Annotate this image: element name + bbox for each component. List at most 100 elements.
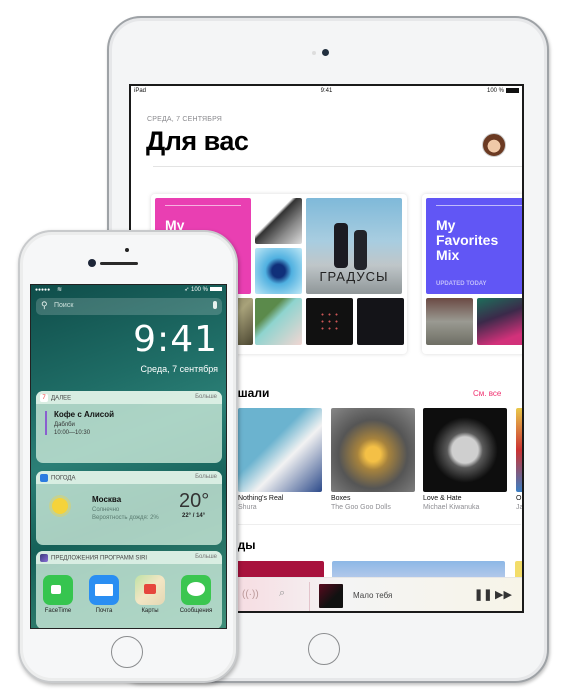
app-label: Сообщения [179, 608, 213, 614]
search-field[interactable]: ⚲ Поиск [36, 298, 222, 315]
album-art-boxes[interactable] [331, 408, 415, 492]
album-art[interactable] [255, 198, 302, 244]
camera-glyph [51, 585, 61, 594]
widget-title: ПРЕДЛОЖЕНИЯ ПРОГРАММ SIRI [51, 555, 148, 562]
album-art[interactable] [306, 298, 353, 345]
divider [436, 205, 522, 206]
weather-range: 22° / 14° [182, 513, 206, 519]
app-label: Карты [141, 608, 159, 614]
rain-chance: Вероятность дождя: 2% [92, 515, 159, 521]
envelope-glyph [95, 584, 113, 596]
album-art[interactable] [426, 298, 473, 345]
facetime-app-icon[interactable] [43, 575, 73, 605]
album-title[interactable]: Love & Hate [423, 495, 462, 502]
event-location: Даблби [54, 422, 75, 428]
event-title[interactable]: Кофе с Алисой [54, 410, 114, 419]
bubble-glyph [187, 582, 205, 596]
messages-app-icon[interactable] [181, 575, 211, 605]
lock-date: Среда, 7 сентября [140, 364, 218, 374]
album-art[interactable] [255, 298, 302, 345]
track-title[interactable]: Мало тебя [353, 591, 392, 600]
widget-title: ДАЛЕЕ [51, 395, 72, 402]
figure [334, 223, 348, 268]
maps-app-icon[interactable] [135, 575, 165, 605]
more-button[interactable]: Больше [195, 394, 217, 400]
album-artist[interactable]: The Goo Goo Dolls [331, 504, 391, 511]
weather-city: Москва [92, 495, 122, 504]
search-placeholder: Поиск [54, 302, 74, 309]
iphone-camera [88, 259, 96, 267]
album-art-partial[interactable] [516, 408, 522, 492]
route-glyph [144, 584, 156, 594]
widget-header: ПОГОДА Больше [36, 471, 222, 484]
search-icon[interactable]: ⌕ [279, 587, 285, 600]
avatar[interactable] [482, 133, 506, 157]
status-time: 9:41 [320, 88, 333, 94]
signal-icon: ●●●●● [35, 287, 51, 293]
sun-icon [52, 498, 68, 514]
page-title: Для вас [146, 126, 249, 156]
see-all-link[interactable]: См. все [473, 389, 501, 398]
weather-temperature: 20° [179, 490, 210, 512]
mail-app-icon[interactable] [89, 575, 119, 605]
battery-indicator: ➶ 100 % [184, 286, 222, 293]
figure [354, 230, 367, 270]
my-favorites-mix-card[interactable]: My Favorites Mix UPDATED TODAY [422, 194, 522, 354]
widget-header: ПРЕДЛОЖЕНИЯ ПРОГРАММ SIRI Больше [36, 551, 222, 564]
album-title[interactable]: O [516, 495, 521, 502]
widget-header: 7 ДАЛЕЕ Больше [36, 391, 222, 404]
widget-title: ПОГОДА [51, 475, 76, 482]
album-art[interactable] [255, 248, 302, 294]
calendar-icon: 7 [40, 394, 48, 402]
up-next-widget[interactable]: 7 ДАЛЕЕ Больше Кофе с Алисой Даблби 10:00—… [36, 391, 222, 463]
radio-icon[interactable]: ((·)) [242, 589, 259, 600]
album-artist[interactable]: Michael Kiwanuka [423, 504, 479, 511]
microphone-icon[interactable] [213, 301, 217, 309]
album-artist[interactable]: Ja [516, 504, 522, 511]
weather-widget[interactable]: ПОГОДА Больше Москва Солнечно Вероятность… [36, 471, 222, 545]
next-button[interactable]: ▶▶ [495, 588, 512, 601]
divider [153, 166, 522, 167]
weather-app-icon [40, 474, 48, 482]
battery-icon [506, 88, 519, 93]
wifi-icon: ≋ [57, 287, 63, 293]
ipad-home-button[interactable] [308, 633, 340, 665]
event-time: 10:00—10:30 [54, 430, 91, 436]
more-button[interactable]: Больше [195, 474, 217, 480]
battery-indicator: 100 % [487, 88, 519, 94]
iphone-speaker [100, 262, 138, 265]
app-label: Почта [95, 608, 113, 614]
album-title[interactable]: Boxes [331, 495, 350, 502]
app-label: FaceTime [44, 608, 72, 614]
featured-album-title: ГРАДУСЫ [319, 269, 389, 284]
divider [231, 524, 521, 525]
iphone-sensor [125, 248, 129, 252]
mix-subtitle: UPDATED TODAY [436, 281, 487, 287]
lock-time: 9:41 [133, 319, 218, 360]
dot-pattern [319, 311, 340, 332]
now-playing-art[interactable] [319, 584, 343, 608]
pause-button[interactable]: ❚❚ [474, 588, 492, 601]
divider [165, 205, 241, 206]
featured-album-art[interactable]: ГРАДУСЫ [306, 198, 402, 294]
battery-icon [210, 287, 222, 292]
divider [309, 582, 310, 611]
album-title[interactable]: Nothing's Real [238, 495, 283, 502]
date-label: СРЕДА, 7 СЕНТЯБРЯ [147, 116, 223, 123]
ipad-camera [322, 49, 329, 56]
mix-title: My Favorites Mix [436, 217, 499, 263]
mix-cover: My Favorites Mix UPDATED TODAY [426, 198, 522, 294]
album-art-nothings-real[interactable] [238, 408, 322, 492]
album-art-love-and-hate[interactable] [423, 408, 507, 492]
more-button[interactable]: Больше [195, 554, 217, 560]
album-art[interactable] [477, 298, 522, 345]
search-icon: ⚲ [41, 300, 48, 310]
iphone-home-button[interactable] [111, 636, 143, 668]
event-color-bar [45, 411, 47, 435]
album-artist[interactable]: Shura [238, 504, 257, 511]
album-art[interactable] [357, 298, 404, 345]
siri-icon [40, 554, 48, 562]
iphone-screen: ●●●●● ≋ ➶ 100 % ⚲ Поиск 9:41 Среда, 7 се… [30, 284, 227, 629]
weather-condition: Солнечно [92, 507, 120, 513]
ipad-status-bar: iPad 9:41 100 % [131, 86, 522, 98]
